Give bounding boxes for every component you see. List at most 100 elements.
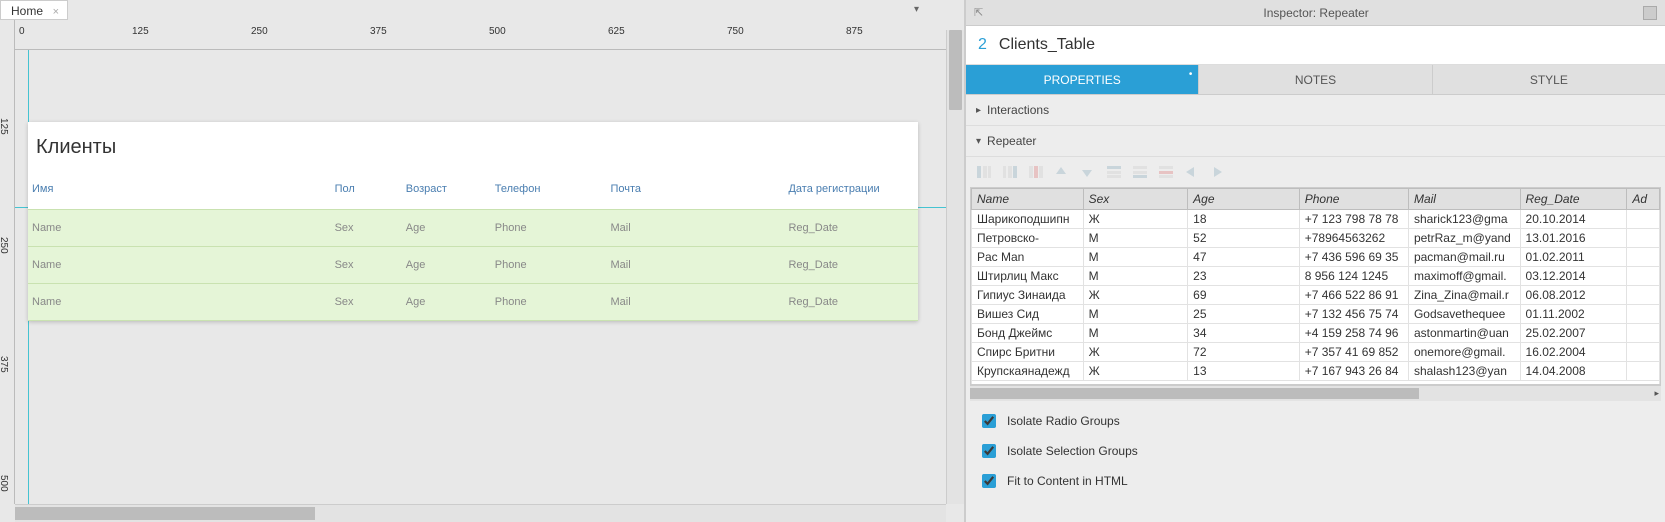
grid-cell[interactable]: Ж bbox=[1083, 343, 1188, 362]
grid-col-header[interactable]: Name bbox=[972, 189, 1084, 210]
tab-notes[interactable]: NOTES bbox=[1199, 65, 1432, 94]
grid-cell[interactable]: 34 bbox=[1188, 324, 1300, 343]
delete-row-icon[interactable] bbox=[1158, 165, 1174, 179]
section-interactions[interactable]: ▸ Interactions bbox=[966, 95, 1665, 126]
grid-cell[interactable]: Ж bbox=[1083, 362, 1188, 381]
grid-cell[interactable]: Godsavethequee bbox=[1408, 305, 1520, 324]
grid-cell[interactable]: Спирс Бритни bbox=[972, 343, 1084, 362]
grid-cell[interactable]: 06.08.2012 bbox=[1520, 286, 1627, 305]
grid-row[interactable]: Петровско-M52+78964563262petrRaz_m@yand1… bbox=[972, 229, 1660, 248]
grid-col-header[interactable]: Sex bbox=[1083, 189, 1188, 210]
grid-cell[interactable]: 01.11.2002 bbox=[1520, 305, 1627, 324]
grid-col-header[interactable]: Reg_Date bbox=[1520, 189, 1627, 210]
grid-col-header[interactable]: Phone bbox=[1299, 189, 1408, 210]
grid-cell[interactable]: Вишез Сид bbox=[972, 305, 1084, 324]
grid-cell[interactable]: +78964563262 bbox=[1299, 229, 1408, 248]
grid-cell[interactable]: Ж bbox=[1083, 286, 1188, 305]
grid-cell[interactable]: 25 bbox=[1188, 305, 1300, 324]
grid-cell[interactable]: maximoff@gmail. bbox=[1408, 267, 1520, 286]
grid-cell[interactable]: M bbox=[1083, 324, 1188, 343]
grid-cell[interactable]: sharick123@gma bbox=[1408, 210, 1520, 229]
grid-cell[interactable]: +7 357 41 69 852 bbox=[1299, 343, 1408, 362]
grid-cell[interactable]: 23 bbox=[1188, 267, 1300, 286]
grid-col-header[interactable]: Ad bbox=[1627, 189, 1660, 210]
grid-cell[interactable]: 8 956 124 1245 bbox=[1299, 267, 1408, 286]
grid-cell[interactable] bbox=[1627, 362, 1660, 381]
design-canvas[interactable]: Home × ▾ 0 125 250 375 500 625 750 875 1… bbox=[0, 0, 965, 522]
move-up-icon[interactable] bbox=[1054, 165, 1070, 179]
checkbox-isolate-radio[interactable]: Isolate Radio Groups bbox=[978, 411, 1653, 431]
grid-cell[interactable]: 47 bbox=[1188, 248, 1300, 267]
close-icon[interactable]: × bbox=[53, 6, 59, 18]
grid-cell[interactable]: pacman@mail.ru bbox=[1408, 248, 1520, 267]
grid-cell[interactable]: M bbox=[1083, 248, 1188, 267]
grid-cell[interactable]: M bbox=[1083, 305, 1188, 324]
grid-cell[interactable]: 16.02.2004 bbox=[1520, 343, 1627, 362]
grid-cell[interactable]: Шарикоподшипн bbox=[972, 210, 1084, 229]
grid-cell[interactable]: Pac Man bbox=[972, 248, 1084, 267]
grid-cell[interactable]: Гипиус Зинаида bbox=[972, 286, 1084, 305]
delete-column-icon[interactable] bbox=[1028, 165, 1044, 179]
grid-cell[interactable]: Петровско- bbox=[972, 229, 1084, 248]
grid-cell[interactable]: +7 167 943 26 84 bbox=[1299, 362, 1408, 381]
checkbox-fit-to-content[interactable]: Fit to Content in HTML bbox=[978, 471, 1653, 491]
grid-row[interactable]: Вишез СидM25+7 132 456 75 74Godsavethequ… bbox=[972, 305, 1660, 324]
move-down-icon[interactable] bbox=[1080, 165, 1096, 179]
grid-row[interactable]: Спирс БритниЖ72+7 357 41 69 852onemore@g… bbox=[972, 343, 1660, 362]
tab-properties[interactable]: PROPERTIES• bbox=[966, 65, 1199, 94]
grid-cell[interactable]: +7 132 456 75 74 bbox=[1299, 305, 1408, 324]
grid-cell[interactable]: M bbox=[1083, 229, 1188, 248]
grid-cell[interactable] bbox=[1627, 267, 1660, 286]
page-icon[interactable] bbox=[1643, 6, 1657, 20]
grid-cell[interactable]: 13 bbox=[1188, 362, 1300, 381]
repeater-data-grid[interactable]: NameSexAgePhoneMailReg_DateAd Шарикоподш… bbox=[971, 188, 1660, 384]
widget-name-field[interactable]: Clients_Table bbox=[999, 36, 1095, 54]
grid-cell[interactable]: onemore@gmail. bbox=[1408, 343, 1520, 362]
grid-col-header[interactable]: Age bbox=[1188, 189, 1300, 210]
grid-cell[interactable]: 03.12.2014 bbox=[1520, 267, 1627, 286]
canvas-scrollbar-horizontal[interactable] bbox=[15, 504, 946, 522]
move-left-icon[interactable] bbox=[1184, 165, 1200, 179]
grid-cell[interactable] bbox=[1627, 210, 1660, 229]
grid-cell[interactable]: Штирлиц Макс bbox=[972, 267, 1084, 286]
grid-cell[interactable] bbox=[1627, 305, 1660, 324]
grid-cell[interactable]: 72 bbox=[1188, 343, 1300, 362]
repeater-widget[interactable]: Клиенты Имя Пол Возраст Телефон Почта Да… bbox=[28, 122, 918, 321]
table-row[interactable]: NameSexAgePhoneMailReg_Date bbox=[28, 284, 918, 321]
grid-scrollbar-horizontal[interactable]: ◂▸ bbox=[970, 385, 1661, 401]
grid-row[interactable]: ШарикоподшипнЖ18+7 123 798 78 78sharick1… bbox=[972, 210, 1660, 229]
tab-style[interactable]: STYLE bbox=[1433, 65, 1665, 94]
grid-cell[interactable] bbox=[1627, 343, 1660, 362]
grid-cell[interactable]: Крупскаянадежд bbox=[972, 362, 1084, 381]
grid-cell[interactable]: Zina_Zina@mail.r bbox=[1408, 286, 1520, 305]
add-column-left-icon[interactable] bbox=[976, 165, 992, 179]
grid-cell[interactable]: 18 bbox=[1188, 210, 1300, 229]
grid-cell[interactable]: Ж bbox=[1083, 210, 1188, 229]
grid-cell[interactable]: +7 466 522 86 91 bbox=[1299, 286, 1408, 305]
grid-cell[interactable]: 13.01.2016 bbox=[1520, 229, 1627, 248]
grid-row[interactable]: Штирлиц МаксM238 956 124 1245maximoff@gm… bbox=[972, 267, 1660, 286]
grid-cell[interactable]: +4 159 258 74 96 bbox=[1299, 324, 1408, 343]
grid-cell[interactable]: M bbox=[1083, 267, 1188, 286]
add-column-right-icon[interactable] bbox=[1002, 165, 1018, 179]
grid-cell[interactable] bbox=[1627, 248, 1660, 267]
grid-cell[interactable]: +7 436 596 69 35 bbox=[1299, 248, 1408, 267]
table-row[interactable]: NameSexAgePhoneMailReg_Date bbox=[28, 210, 918, 247]
grid-cell[interactable]: 14.04.2008 bbox=[1520, 362, 1627, 381]
grid-add-row[interactable]: Add Row bbox=[972, 381, 1660, 385]
table-row[interactable]: NameSexAgePhoneMailReg_Date bbox=[28, 247, 918, 284]
grid-cell[interactable]: 20.10.2014 bbox=[1520, 210, 1627, 229]
grid-row[interactable]: КрупскаянадеждЖ13+7 167 943 26 84shalash… bbox=[972, 362, 1660, 381]
grid-cell[interactable] bbox=[1627, 229, 1660, 248]
move-right-icon[interactable] bbox=[1210, 165, 1226, 179]
grid-cell[interactable]: 25.02.2007 bbox=[1520, 324, 1627, 343]
grid-cell[interactable] bbox=[1627, 324, 1660, 343]
add-row-below-icon[interactable] bbox=[1132, 165, 1148, 179]
grid-row[interactable]: Pac ManM47+7 436 596 69 35pacman@mail.ru… bbox=[972, 248, 1660, 267]
section-repeater[interactable]: ▾ Repeater bbox=[966, 126, 1665, 157]
tab-dropdown-icon[interactable]: ▾ bbox=[914, 4, 928, 16]
grid-cell[interactable] bbox=[1627, 286, 1660, 305]
grid-cell[interactable]: astonmartin@uan bbox=[1408, 324, 1520, 343]
add-row-above-icon[interactable] bbox=[1106, 165, 1122, 179]
canvas-scrollbar-vertical[interactable] bbox=[946, 30, 964, 504]
